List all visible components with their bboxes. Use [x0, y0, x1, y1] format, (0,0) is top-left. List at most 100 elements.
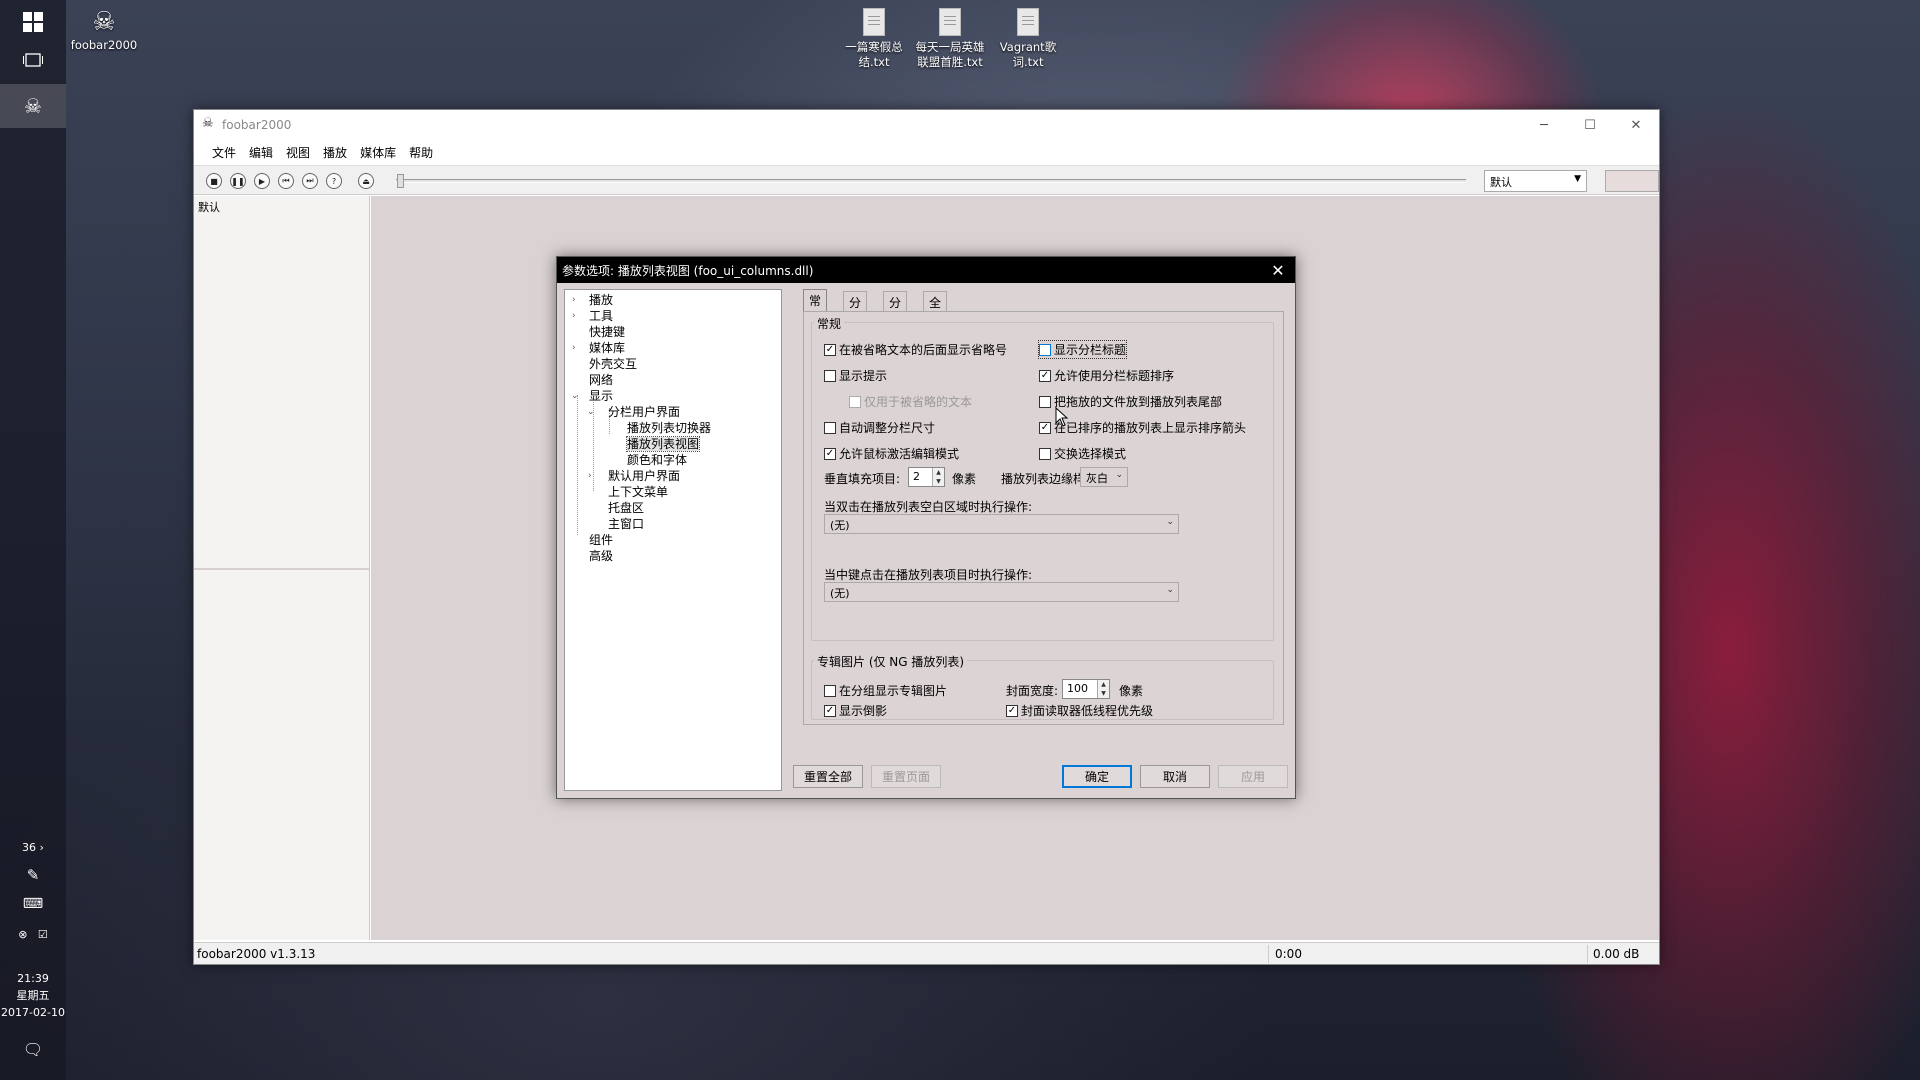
close-circle-icon[interactable]: ⊗	[18, 928, 27, 941]
menu-file[interactable]: 文件	[212, 144, 236, 161]
checkbox-icon	[1039, 343, 1051, 356]
volume-slider[interactable]	[1605, 170, 1659, 192]
minimize-button[interactable]: ─	[1521, 110, 1567, 140]
padding-spinner[interactable]: 2 ▲ ▼	[908, 467, 945, 487]
eject-button[interactable]: ⏏	[358, 173, 374, 189]
panel-splitter[interactable]	[194, 568, 370, 570]
tree-item-colours-fonts[interactable]: 颜色和字体	[627, 453, 687, 467]
tree-item-tray[interactable]: 托盘区	[608, 501, 644, 515]
expand-arrow-icon[interactable]: ›	[572, 341, 576, 355]
taskbar-foobar-button[interactable]: ☠	[0, 84, 66, 128]
desktop-icon-file-1[interactable]: 一篇寒假总结.txt	[836, 8, 912, 70]
menu-bar: 文件 编辑 视图 播放 媒体库 帮助	[194, 140, 1659, 164]
option-swap-selection[interactable]: 交换选择模式	[1039, 445, 1126, 462]
padding-label: 垂直填充项目:	[824, 472, 901, 486]
playlist-item-default[interactable]: 默认	[198, 199, 220, 215]
seek-thumb[interactable]	[397, 174, 404, 188]
pause-button[interactable]: ❚❚	[230, 173, 246, 189]
stop-button[interactable]: ■	[206, 173, 222, 189]
dsp-preset-select[interactable]: 默认 ▼	[1484, 170, 1587, 192]
tree-item-playback[interactable]: 播放	[589, 293, 613, 307]
dialog-close-button[interactable]: ✕	[1261, 257, 1295, 283]
tree-item-main-window[interactable]: 主窗口	[608, 517, 644, 531]
tab-columns[interactable]: 分栏	[883, 291, 908, 327]
clock-weekday: 星期五	[16, 989, 50, 1002]
expand-arrow-icon[interactable]: ›	[588, 469, 592, 483]
collapse-arrow-icon[interactable]: ⌄	[571, 389, 579, 403]
art-width-spinner[interactable]: 100 ▲ ▼	[1062, 679, 1110, 699]
title-bar[interactable]: ☠ foobar2000 ─ ☐ ✕	[194, 110, 1659, 140]
menu-view[interactable]: 视图	[286, 144, 310, 161]
tree-item-display[interactable]: 显示	[589, 389, 613, 403]
option-art-low-priority[interactable]: ✓ 封面读取器低线程优先级	[1006, 702, 1153, 719]
task-view-button[interactable]	[0, 38, 66, 82]
tree-item-context-menu[interactable]: 上下文菜单	[608, 485, 668, 499]
apply-button[interactable]: 应用	[1218, 765, 1288, 788]
option-show-reflection[interactable]: ✓ 显示倒影	[824, 702, 887, 719]
action-center-icon[interactable]: 🗨	[0, 1040, 66, 1059]
tree-item-shell[interactable]: 外壳交互	[589, 357, 637, 371]
reset-all-button[interactable]: 重置全部	[793, 765, 863, 788]
option-allow-sort-by-title[interactable]: ✓ 允许使用分栏标题排序	[1039, 367, 1174, 384]
tab-grouping[interactable]: 分组	[843, 291, 868, 327]
seek-bar[interactable]	[396, 179, 1466, 183]
tree-item-tools[interactable]: 工具	[589, 309, 613, 323]
tray-temp[interactable]: 36 ›	[0, 841, 66, 854]
desktop-icon-file-3[interactable]: Vagrant歌词.txt	[990, 8, 1066, 70]
tree-item-columns-ui[interactable]: 分栏用户界面	[608, 405, 680, 419]
expand-arrow-icon[interactable]: ›	[572, 309, 576, 323]
middleclick-action-select[interactable]: (无) ⌄	[824, 582, 1179, 602]
menu-help[interactable]: 帮助	[409, 144, 433, 161]
play-button[interactable]: ▶	[254, 173, 270, 189]
mouse-cursor-icon	[1055, 407, 1069, 427]
tree-item-default-ui[interactable]: 默认用户界面	[608, 469, 680, 483]
next-button[interactable]: ⏭	[302, 173, 318, 189]
tree-item-components[interactable]: 组件	[589, 533, 613, 547]
menu-playback[interactable]: 播放	[323, 144, 347, 161]
option-show-ellipsis[interactable]: ✓ 在被省略文本的后面显示省略号	[824, 341, 1007, 358]
close-button[interactable]: ✕	[1613, 110, 1659, 140]
option-mouse-edit-mode[interactable]: ✓ 允许鼠标激活编辑模式	[824, 445, 959, 462]
tab-global[interactable]: 全局	[923, 291, 948, 327]
collapse-arrow-icon[interactable]: ⌄	[587, 405, 595, 419]
option-show-column-titles[interactable]: 显示分栏标题	[1037, 340, 1128, 359]
pen-icon[interactable]: ✎	[0, 866, 66, 884]
art-width-unit: 像素	[1119, 684, 1144, 698]
random-button[interactable]: ?	[326, 173, 342, 189]
desktop-icon-file-2[interactable]: 每天一局英雄联盟首胜.txt	[912, 8, 988, 70]
tab-general[interactable]: 常规	[803, 289, 828, 325]
tree-item-playlist-view[interactable]: 播放列表视图	[625, 436, 701, 452]
option-tooltips-ellipsis-only[interactable]: 仅用于被省略的文本	[849, 393, 972, 410]
stop-icon: ■	[210, 176, 218, 186]
maximize-button[interactable]: ☐	[1567, 110, 1613, 140]
tree-item-playlist-switcher[interactable]: 播放列表切换器	[627, 421, 711, 435]
menu-edit[interactable]: 编辑	[249, 144, 273, 161]
spinner-arrows-icon[interactable]: ▲ ▼	[1097, 680, 1109, 698]
option-show-tooltips[interactable]: 显示提示	[824, 367, 887, 384]
tree-item-network[interactable]: 网络	[589, 373, 613, 387]
dblclick-action-select[interactable]: (无) ⌄	[824, 514, 1179, 534]
checkbox-checked-icon: ✓	[824, 704, 836, 717]
expand-arrow-icon[interactable]: ›	[572, 293, 576, 307]
previous-button[interactable]: ⏮	[278, 173, 294, 189]
option-show-art-in-group[interactable]: 在分组显示专辑图片	[824, 682, 947, 699]
desktop-icon-foobar[interactable]: ☠ foobar2000	[66, 6, 142, 53]
reset-page-button[interactable]: 重置页面	[871, 765, 941, 788]
ok-button[interactable]: 确定	[1062, 765, 1132, 788]
dialog-title-bar[interactable]: 参数选项: 播放列表视图 (foo_ui_columns.dll) ✕	[557, 257, 1295, 283]
notification-check-icon[interactable]: ☑	[38, 928, 48, 941]
option-show-sort-arrows[interactable]: ✓ 在已排序的播放列表上显示排序箭头	[1039, 419, 1246, 436]
menu-library[interactable]: 媒体库	[360, 144, 396, 161]
tree-guide	[577, 395, 578, 535]
keyboard-icon[interactable]: ⌨	[0, 896, 66, 912]
edge-style-select[interactable]: 灰白 ⌄	[1080, 467, 1128, 487]
tree-item-library[interactable]: 媒体库	[589, 341, 625, 355]
tab-panel-general: 常规 ✓ 在被省略文本的后面显示省略号 显示分栏标题 显示提示 ✓ 允许使用分栏标题…	[803, 311, 1284, 725]
spinner-arrows-icon[interactable]: ▲ ▼	[932, 468, 944, 486]
tree-item-advanced[interactable]: 高级	[589, 549, 613, 563]
clock[interactable]: 21:39 星期五 2017-02-10	[0, 970, 66, 1021]
status-version: foobar2000 v1.3.13	[197, 947, 316, 961]
cancel-button[interactable]: 取消	[1140, 765, 1210, 788]
tree-item-shortcuts[interactable]: 快捷键	[589, 325, 625, 339]
option-autosize-columns[interactable]: 自动调整分栏尺寸	[824, 419, 935, 436]
